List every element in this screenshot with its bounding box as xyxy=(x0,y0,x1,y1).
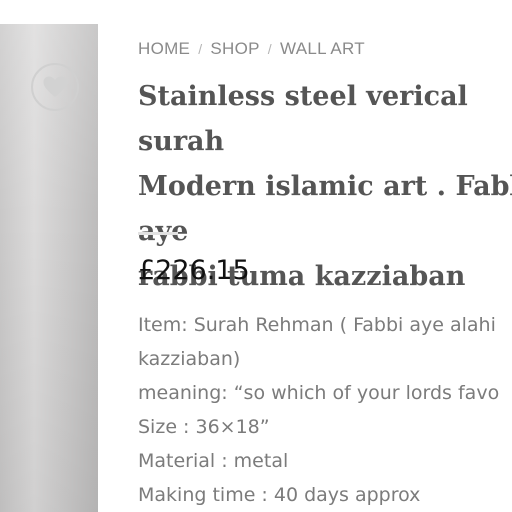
description-line: Item: Surah Rehman ( Fabbi aye alahi xyxy=(138,314,496,336)
breadcrumb-home-link[interactable]: HOME xyxy=(138,39,190,58)
breadcrumb-wall-art-link[interactable]: WALL ART xyxy=(280,39,365,58)
product-description: Item: Surah Rehman ( Fabbi aye alahi kaz… xyxy=(138,308,512,512)
breadcrumb: HOME / SHOP / WALL ART xyxy=(138,39,365,59)
wishlist-button[interactable] xyxy=(31,63,79,111)
description-line: meaning: “so which of your lords favo xyxy=(138,382,500,404)
title-divider xyxy=(138,232,178,235)
description-line: Size : 36×18” xyxy=(138,416,270,438)
product-summary: HOME / SHOP / WALL ART Stainless steel veric… xyxy=(138,0,512,512)
breadcrumb-shop-link[interactable]: SHOP xyxy=(210,39,259,58)
breadcrumb-separator: / xyxy=(267,41,272,57)
heart-icon xyxy=(42,75,68,99)
product-image-gallery[interactable] xyxy=(0,24,98,512)
product-price: £226.15 xyxy=(138,255,250,286)
description-line: Making time : 40 days approx xyxy=(138,484,421,506)
description-line: Material : metal xyxy=(138,450,289,472)
description-line: kazziaban) xyxy=(138,348,241,370)
breadcrumb-separator: / xyxy=(198,41,203,57)
product-page: HOME / SHOP / WALL ART Stainless steel veric… xyxy=(0,0,512,512)
